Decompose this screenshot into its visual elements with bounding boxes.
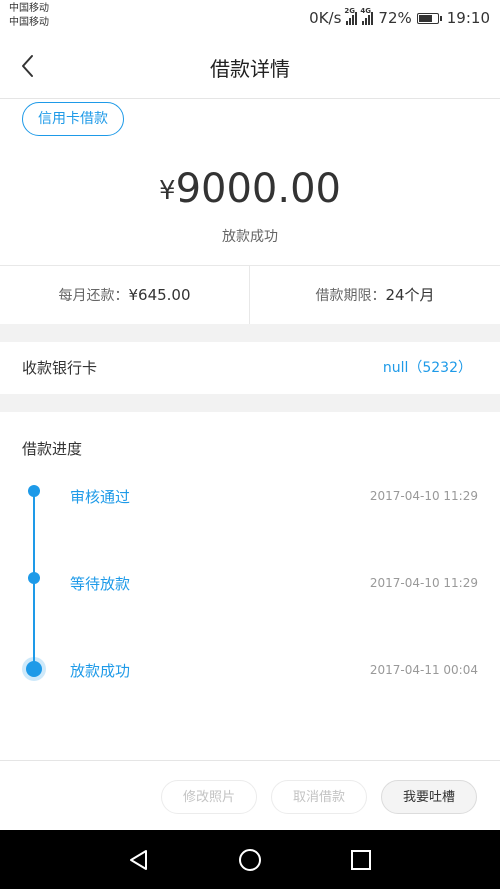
signal-icon-1: 2G [344, 7, 358, 25]
carrier-name-2: 中国移动 [9, 17, 49, 28]
timeline-dot [28, 485, 40, 497]
loan-type-badge: 信用卡借款 [22, 102, 124, 136]
battery-icon [416, 12, 442, 24]
home-circle-icon[interactable] [238, 848, 262, 872]
loan-term-label: 借款期限： [315, 288, 386, 304]
carrier-name-1: 中国移动 [9, 3, 49, 14]
nav-bar: 借款详情 [0, 36, 500, 99]
system-nav-bar [0, 830, 500, 889]
battery-percent: 72% [378, 9, 412, 27]
step-label: 等待放款 [70, 575, 131, 593]
step-label: 放款成功 [70, 662, 131, 680]
bank-card-value: null（5232） [382, 360, 472, 376]
loan-stats: 每月还款：¥645.00 借款期限：24个月 [0, 266, 500, 324]
status-indicators: 0K/s 2G 4G 72% 19:10 [309, 7, 490, 29]
back-triangle-icon[interactable] [127, 848, 151, 872]
bank-card-label: 收款银行卡 [22, 359, 98, 377]
network-type-1: 2G [344, 7, 356, 15]
section-gap [0, 394, 500, 412]
status-bar: 中国移动 中国移动 0K/s 2G 4G 72% 19:10 [0, 0, 500, 36]
monthly-repayment-label: 每月还款： [58, 288, 129, 304]
feedback-button[interactable]: 我要吐槽 [381, 780, 477, 814]
action-bar: 修改照片 取消借款 我要吐槽 [0, 760, 500, 831]
amount-value: 9000.00 [175, 166, 341, 212]
net-speed: 0K/s [309, 9, 342, 27]
section-gap [0, 324, 500, 342]
progress-title: 借款进度 [22, 440, 83, 458]
bank-card-row[interactable]: 收款银行卡 null（5232） [0, 342, 500, 394]
loan-term: 借款期限：24个月 [250, 266, 500, 324]
signal-icon-2: 4G [360, 7, 374, 25]
monthly-repayment-value: ¥645.00 [128, 286, 191, 304]
monthly-repayment: 每月还款：¥645.00 [0, 266, 249, 324]
recents-square-icon[interactable] [349, 848, 373, 872]
edit-photo-button[interactable]: 修改照片 [161, 780, 257, 814]
clock: 19:10 [446, 9, 490, 27]
loan-term-value: 24个月 [385, 286, 435, 304]
timeline-dot-current [26, 661, 42, 677]
page-title: 借款详情 [210, 57, 290, 81]
loan-amount: ¥9000.00 [0, 166, 500, 212]
loan-status: 放款成功 [222, 229, 278, 245]
network-type-2: 4G [360, 7, 372, 15]
step-time: 2017-04-10 11:29 [369, 576, 478, 590]
step-time: 2017-04-11 00:04 [369, 663, 478, 677]
timeline-dot [28, 572, 40, 584]
step-label: 审核通过 [70, 488, 131, 506]
cancel-loan-button[interactable]: 取消借款 [271, 780, 367, 814]
step-time: 2017-04-10 11:29 [369, 489, 478, 503]
currency-symbol: ¥ [159, 176, 176, 206]
